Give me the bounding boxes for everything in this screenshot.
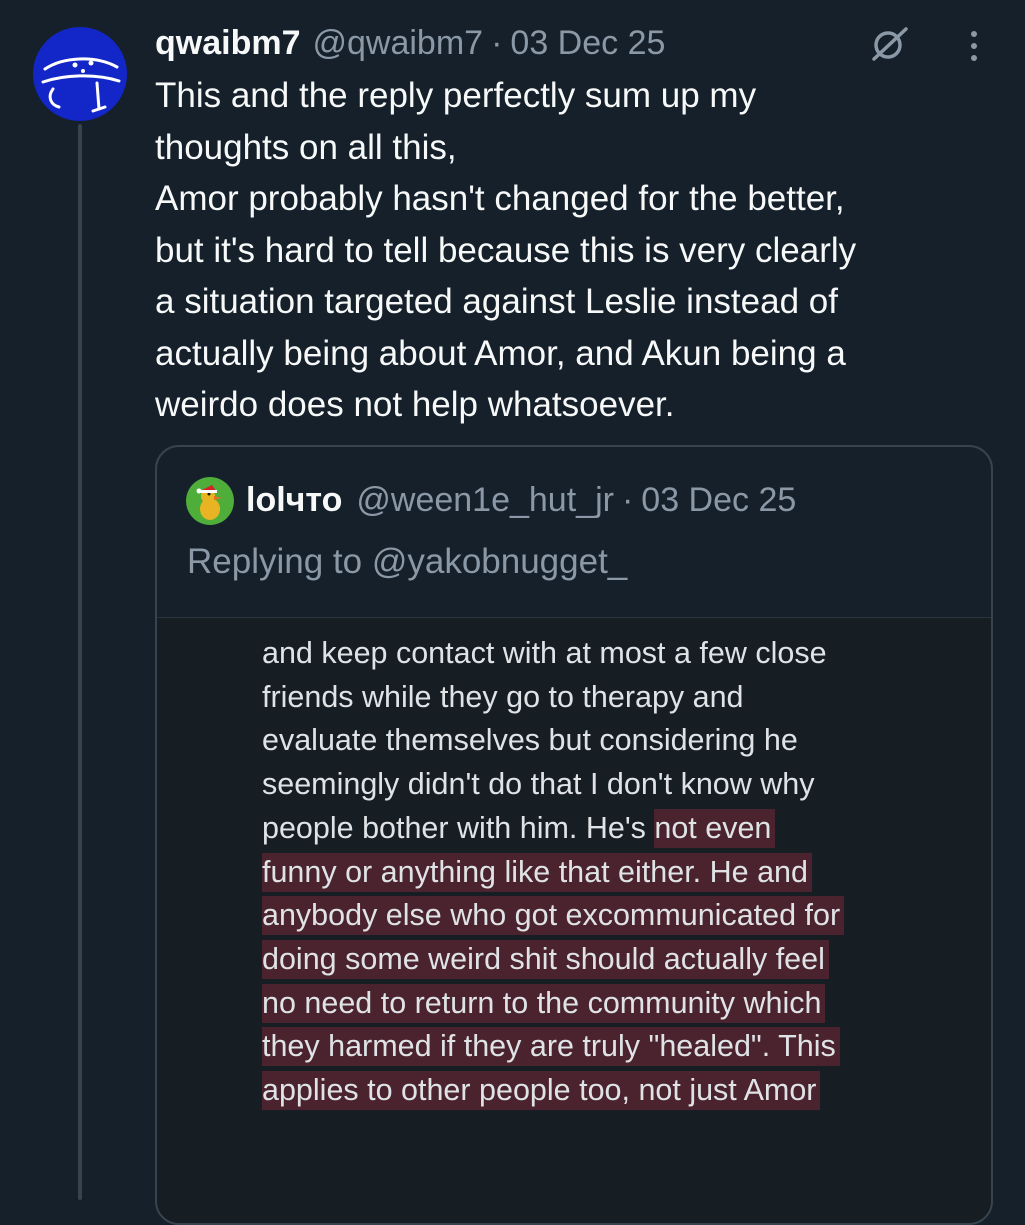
post-text: This and the reply perfectly sum up my t… [155, 70, 1005, 431]
screenshot-line: anybody else who got excommunicated for [262, 894, 982, 938]
post-text-line: This and the reply perfectly sum up my [155, 76, 757, 115]
quote-header: lolчто @ween1e_hut_jr · 03 Dec 25 [246, 475, 796, 525]
screenshot-highlighted-segment: they harmed if they are truly "healed". … [262, 1027, 840, 1067]
screenshot-line: doing some weird shit should actually fe… [262, 938, 982, 982]
screenshot-line: friends while they go to therapy and [262, 679, 744, 714]
duck-with-santa-hat-icon [196, 485, 222, 520]
screenshot-line: funny or anything like that either. He a… [262, 851, 982, 895]
separator-dot: · [491, 24, 503, 62]
quote-display-name[interactable]: lolчто [246, 475, 342, 525]
display-name[interactable]: qwaibm7 [155, 18, 300, 68]
more-vertical-icon[interactable] [962, 26, 986, 66]
post-header: qwaibm7 @qwaibm7 · 03 Dec 25 [155, 18, 665, 68]
screenshot-highlighted-segment: no need to return to the community which [262, 983, 826, 1023]
quoted-post-card[interactable]: lolчто @ween1e_hut_jr · 03 Dec 25 Replyi… [155, 445, 993, 1225]
screenshot-line: and keep contact with at most a few clos… [262, 636, 827, 670]
quote-date: 03 Dec 25 [641, 481, 797, 519]
screenshot-line: evaluate themselves but considering he [262, 723, 798, 758]
post-text-line: Amor probably hasn't changed for the bet… [155, 179, 845, 218]
post-date[interactable]: 03 Dec 25 [510, 18, 665, 68]
post-text-line: but it's hard to tell because this is ve… [155, 230, 857, 270]
replying-to-label[interactable]: Replying to @yakobnugget_ [187, 537, 627, 587]
screenshot-line: no need to return to the community which [262, 982, 982, 1026]
user-handle[interactable]: @qwaibm7 [312, 18, 483, 68]
screenshot-highlighted-segment: anybody else who got excommunicated for [262, 896, 845, 936]
post-text-line: actually being about Amor, and Akun bein… [155, 333, 846, 373]
grok-icon[interactable] [868, 24, 912, 64]
post-text-line: weirdo does not help whatsoever. [155, 385, 675, 424]
screenshot-line: seemingly didn't do that I don't know wh… [262, 767, 815, 802]
screenshot-highlighted-segment: not even [654, 808, 776, 848]
thread-line [78, 124, 82, 1200]
screenshot-highlighted-segment: funny or anything like that either. He a… [262, 852, 812, 892]
quote-user-handle[interactable]: @ween1e_hut_jr [356, 475, 614, 525]
drawn-face-icon [41, 57, 121, 113]
screenshot-line-mixed: people bother with him. He's not even [262, 807, 982, 851]
screenshot-line: applies to other people too, not just Am… [262, 1069, 982, 1113]
screenshot-highlighted-segment: doing some weird shit should actually fe… [262, 939, 829, 979]
screenshot-highlighted-segment: applies to other people too, not just Am… [262, 1071, 821, 1111]
screenshot-line: they harmed if they are truly "healed". … [262, 1025, 982, 1069]
separator-dot: · [621, 481, 634, 519]
post-text-line: a situation targeted against Leslie inst… [155, 282, 838, 321]
screenshot-plain-segment: people bother with him. He's [262, 810, 655, 845]
quote-avatar[interactable] [186, 477, 234, 525]
post-text-line: thoughts on all this, [155, 127, 457, 167]
avatar[interactable] [33, 27, 127, 121]
screenshot-text: and keep contact with at most a few clos… [262, 632, 982, 1113]
quoted-screenshot-image[interactable]: and keep contact with at most a few clos… [157, 617, 991, 1223]
